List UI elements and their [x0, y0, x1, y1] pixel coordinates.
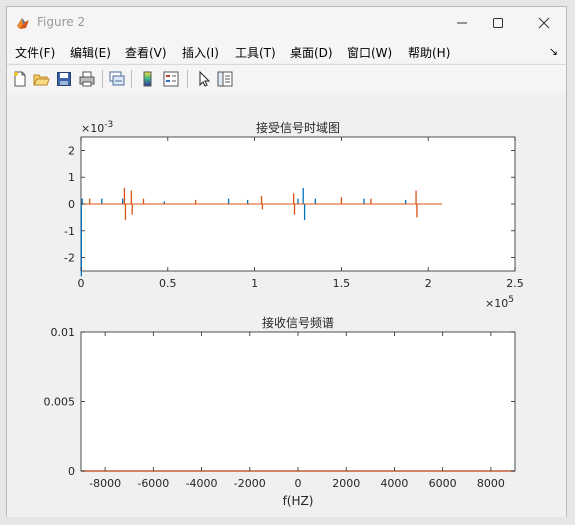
spectrum-plot: -8000 -6000 -4000 -2000 0 2000 4000 6000 8000 0 0.… — [44, 315, 516, 508]
print-icon[interactable] — [78, 70, 96, 88]
x-tick-label: 1 — [251, 277, 258, 290]
menu-tools[interactable]: 工具(T) — [235, 44, 276, 61]
y-tick-label: 0 — [68, 465, 75, 478]
maximize-icon — [493, 18, 503, 28]
x-tick-label: 8000 — [477, 477, 505, 490]
dock-arrow-icon[interactable]: ↘ — [549, 45, 558, 58]
y-tick-label: 0.01 — [51, 326, 76, 339]
window-title: Figure 2 — [37, 15, 86, 29]
menu-edit[interactable]: 编辑(E) — [70, 44, 111, 61]
menu-bar: 文件(F) 编辑(E) 查看(V) 插入(I) 工具(T) 桌面(D) 窗口(W… — [7, 39, 566, 63]
close-button[interactable] — [529, 12, 559, 34]
y-exponent-label: ×10-3 — [81, 120, 113, 135]
y-tick-label: 0 — [68, 198, 75, 211]
colorbar-icon[interactable] — [139, 70, 157, 88]
menu-window[interactable]: 窗口(W) — [347, 44, 392, 61]
close-icon — [538, 17, 550, 29]
x-tick-label: 0 — [78, 277, 85, 290]
menu-file[interactable]: 文件(F) — [15, 44, 55, 61]
x-tick-label: -4000 — [186, 477, 218, 490]
time-domain-plot: 0 0.5 1 1.5 2 2.5 -2 -1 0 1 2 接受信号时域图 ×10-3 ×105 — [64, 120, 524, 310]
property-inspector-icon[interactable] — [216, 70, 234, 88]
x-tick-label: -8000 — [89, 477, 121, 490]
x-tick-label: 2 — [425, 277, 432, 290]
menu-insert[interactable]: 插入(I) — [182, 44, 219, 61]
pointer-icon[interactable] — [195, 70, 213, 88]
x-tick-label: -6000 — [137, 477, 169, 490]
x-tick-label: 0.5 — [159, 277, 177, 290]
plot-title: 接受信号时域图 — [256, 120, 340, 135]
figure-canvas: 0 0.5 1 1.5 2 2.5 -2 -1 0 1 2 接受信号时域图 ×10-3 ×105 -8000… — [7, 93, 566, 517]
y-tick-label: 1 — [68, 171, 75, 184]
toolbar-separator — [187, 70, 188, 88]
x-tick-label: 6000 — [429, 477, 457, 490]
x-tick-label: 1.5 — [333, 277, 351, 290]
plots-svg: 0 0.5 1 1.5 2 2.5 -2 -1 0 1 2 接受信号时域图 ×10-3 ×105 -8000… — [44, 120, 524, 508]
minimize-button[interactable] — [447, 12, 477, 34]
open-icon[interactable] — [32, 70, 50, 88]
menu-view[interactable]: 查看(V) — [125, 44, 167, 61]
y-tick-label: -1 — [64, 225, 75, 238]
toolbar-separator — [102, 70, 103, 88]
y-tick-label: -2 — [64, 252, 75, 265]
save-icon[interactable] — [55, 70, 73, 88]
maximize-button[interactable] — [483, 12, 513, 34]
minimize-icon — [457, 22, 467, 24]
x-tick-label: 0 — [295, 477, 302, 490]
y-tick-label: 2 — [68, 144, 75, 157]
toolbar-separator — [131, 70, 132, 88]
plot-title: 接收信号频谱 — [262, 315, 334, 330]
menu-desktop[interactable]: 桌面(D) — [290, 44, 333, 61]
legend-icon[interactable] — [162, 70, 180, 88]
y-tick-label: 0.005 — [44, 396, 76, 409]
new-figure-icon[interactable] — [11, 70, 29, 88]
x-exponent-power: 5 — [508, 295, 514, 305]
y-exponent-power: -3 — [104, 120, 113, 130]
x-axis-label: f(HZ) — [283, 494, 314, 508]
plot-area — [80, 331, 516, 472]
title-bar: Figure 2 — [7, 7, 566, 39]
matlab-logo-icon — [17, 18, 29, 29]
x-tick-label: 4000 — [380, 477, 408, 490]
x-tick-label: 2000 — [332, 477, 360, 490]
menu-help[interactable]: 帮助(H) — [408, 44, 450, 61]
link-plot-icon[interactable] — [108, 70, 126, 88]
x-exponent-label: ×105 — [485, 295, 514, 310]
x-tick-label: 2.5 — [506, 277, 524, 290]
figure-window: Figure 2 文件(F) 编辑(E) 查看(V) 插入(I) 工具(T) 桌… — [6, 6, 567, 517]
x-tick-label: -2000 — [234, 477, 266, 490]
toolbar — [7, 64, 566, 94]
